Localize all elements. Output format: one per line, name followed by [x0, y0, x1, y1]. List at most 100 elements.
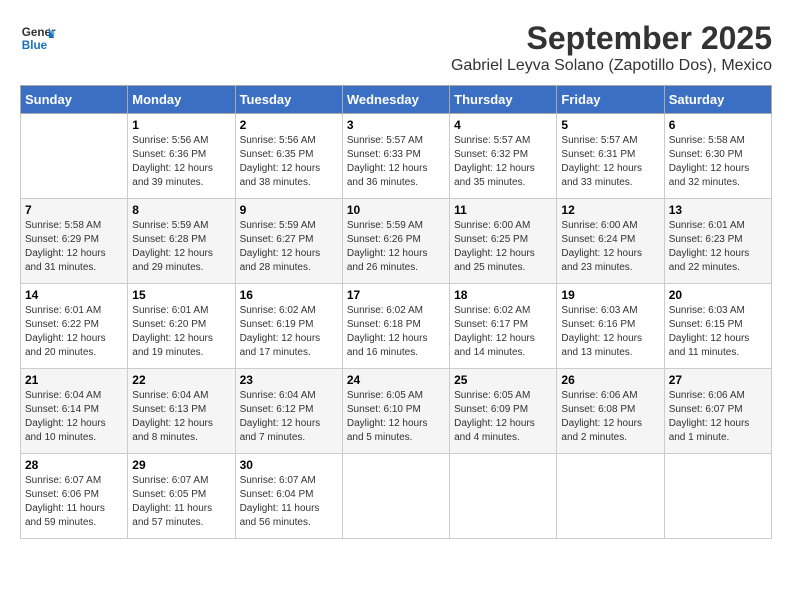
calendar-cell: 20Sunrise: 6:03 AM Sunset: 6:15 PM Dayli… [664, 284, 771, 369]
calendar-cell: 4 Sunrise: 5:57 AM Sunset: 6:32 PM Daylig… [450, 114, 557, 199]
calendar-cell: 14 Sunrise: 6:01 AM Sunset: 6:22 PM Dayli… [21, 284, 128, 369]
column-header-thursday: Thursday [450, 86, 557, 114]
calendar-cell: 22 Sunrise: 6:04 AM Sunset: 6:13 PM Dayli… [128, 369, 235, 454]
column-header-tuesday: Tuesday [235, 86, 342, 114]
day-number: 4 [454, 118, 552, 132]
day-number: 11 [454, 203, 552, 217]
day-info: Sunrise: 6:02 AM Sunset: 6:18 PM Dayligh… [347, 304, 445, 360]
day-info: Sunrise: 6:00 AM Sunset: 6:25 PM Dayligh… [454, 219, 552, 275]
day-info: Sunrise: 6:01 AM Sunset: 6:22 PM Dayligh… [25, 304, 123, 360]
calendar-cell: 30 Sunrise: 6:07 AM Sunset: 6:04 PM Dayli… [235, 454, 342, 539]
calendar-cell: 16 Sunrise: 6:02 AM Sunset: 6:19 PM Dayli… [235, 284, 342, 369]
calendar-cell: 12Sunrise: 6:00 AM Sunset: 6:24 PM Dayli… [557, 199, 664, 284]
logo: General Blue [20, 20, 56, 56]
logo-icon: General Blue [20, 20, 56, 56]
day-info: Sunrise: 6:01 AM Sunset: 6:20 PM Dayligh… [132, 304, 230, 360]
day-number: 9 [240, 203, 338, 217]
calendar-cell [664, 454, 771, 539]
day-number: 29 [132, 458, 230, 472]
calendar-cell: 15 Sunrise: 6:01 AM Sunset: 6:20 PM Dayli… [128, 284, 235, 369]
location-title: Gabriel Leyva Solano (Zapotillo Dos), Me… [451, 57, 772, 75]
day-number: 28 [25, 458, 123, 472]
svg-text:Blue: Blue [22, 39, 48, 52]
day-info: Sunrise: 5:59 AM Sunset: 6:26 PM Dayligh… [347, 219, 445, 275]
day-number: 7 [25, 203, 123, 217]
day-info: Sunrise: 6:07 AM Sunset: 6:04 PM Dayligh… [240, 474, 338, 530]
calendar-cell: 10Sunrise: 5:59 AM Sunset: 6:26 PM Dayli… [342, 199, 449, 284]
day-number: 19 [561, 288, 659, 302]
day-info: Sunrise: 5:57 AM Sunset: 6:32 PM Dayligh… [454, 134, 552, 190]
day-number: 22 [132, 373, 230, 387]
column-header-wednesday: Wednesday [342, 86, 449, 114]
calendar-cell: 8 Sunrise: 5:59 AM Sunset: 6:28 PM Daylig… [128, 199, 235, 284]
day-info: Sunrise: 6:05 AM Sunset: 6:10 PM Dayligh… [347, 389, 445, 445]
day-number: 20 [669, 288, 767, 302]
calendar-cell: 19 Sunrise: 6:03 AM Sunset: 6:16 PM Dayli… [557, 284, 664, 369]
column-header-monday: Monday [128, 86, 235, 114]
calendar-cell: 23Sunrise: 6:04 AM Sunset: 6:12 PM Dayli… [235, 369, 342, 454]
calendar-table: SundayMondayTuesdayWednesdayThursdayFrid… [20, 85, 772, 539]
day-number: 8 [132, 203, 230, 217]
calendar-cell: 24 Sunrise: 6:05 AM Sunset: 6:10 PM Dayli… [342, 369, 449, 454]
column-header-saturday: Saturday [664, 86, 771, 114]
day-number: 26 [561, 373, 659, 387]
day-number: 13 [669, 203, 767, 217]
day-info: Sunrise: 6:03 AM Sunset: 6:16 PM Dayligh… [561, 304, 659, 360]
day-number: 21 [25, 373, 123, 387]
day-info: Sunrise: 6:05 AM Sunset: 6:09 PM Dayligh… [454, 389, 552, 445]
day-info: Sunrise: 6:06 AM Sunset: 6:08 PM Dayligh… [561, 389, 659, 445]
day-number: 30 [240, 458, 338, 472]
day-info: Sunrise: 6:00 AM Sunset: 6:24 PM Dayligh… [561, 219, 659, 275]
calendar-cell: 21 Sunrise: 6:04 AM Sunset: 6:14 PM Dayli… [21, 369, 128, 454]
day-number: 17 [347, 288, 445, 302]
calendar-cell [21, 114, 128, 199]
calendar-cell [450, 454, 557, 539]
calendar-cell: 1 Sunrise: 5:56 AM Sunset: 6:36 PM Daylig… [128, 114, 235, 199]
month-title: September 2025 [451, 20, 772, 57]
day-number: 5 [561, 118, 659, 132]
day-number: 27 [669, 373, 767, 387]
day-info: Sunrise: 5:56 AM Sunset: 6:36 PM Dayligh… [132, 134, 230, 190]
day-number: 14 [25, 288, 123, 302]
day-number: 15 [132, 288, 230, 302]
column-header-friday: Friday [557, 86, 664, 114]
day-number: 1 [132, 118, 230, 132]
day-info: Sunrise: 6:07 AM Sunset: 6:06 PM Dayligh… [25, 474, 123, 530]
calendar-cell: 5 Sunrise: 5:57 AM Sunset: 6:31 PM Daylig… [557, 114, 664, 199]
calendar-cell: 18Sunrise: 6:02 AM Sunset: 6:17 PM Dayli… [450, 284, 557, 369]
calendar-cell: 2 Sunrise: 5:56 AM Sunset: 6:35 PM Daylig… [235, 114, 342, 199]
day-number: 24 [347, 373, 445, 387]
calendar-cell: 7 Sunrise: 5:58 AM Sunset: 6:29 PM Daylig… [21, 199, 128, 284]
calendar-cell: 9 Sunrise: 5:59 AM Sunset: 6:27 PM Daylig… [235, 199, 342, 284]
day-number: 2 [240, 118, 338, 132]
calendar-cell: 11 Sunrise: 6:00 AM Sunset: 6:25 PM Dayli… [450, 199, 557, 284]
day-info: Sunrise: 6:04 AM Sunset: 6:12 PM Dayligh… [240, 389, 338, 445]
day-number: 25 [454, 373, 552, 387]
calendar-cell: 28 Sunrise: 6:07 AM Sunset: 6:06 PM Dayli… [21, 454, 128, 539]
calendar-cell: 29Sunrise: 6:07 AM Sunset: 6:05 PM Dayli… [128, 454, 235, 539]
day-info: Sunrise: 5:57 AM Sunset: 6:31 PM Dayligh… [561, 134, 659, 190]
column-header-sunday: Sunday [21, 86, 128, 114]
page-header: General Blue September 2025 Gabriel Leyv… [20, 20, 772, 75]
calendar-cell: 13 Sunrise: 6:01 AM Sunset: 6:23 PM Dayli… [664, 199, 771, 284]
calendar-cell [557, 454, 664, 539]
day-info: Sunrise: 6:01 AM Sunset: 6:23 PM Dayligh… [669, 219, 767, 275]
day-info: Sunrise: 6:02 AM Sunset: 6:19 PM Dayligh… [240, 304, 338, 360]
day-info: Sunrise: 5:58 AM Sunset: 6:29 PM Dayligh… [25, 219, 123, 275]
day-info: Sunrise: 5:58 AM Sunset: 6:30 PM Dayligh… [669, 134, 767, 190]
calendar-cell: 17 Sunrise: 6:02 AM Sunset: 6:18 PM Dayli… [342, 284, 449, 369]
day-number: 3 [347, 118, 445, 132]
day-number: 18 [454, 288, 552, 302]
calendar-cell: 27 Sunrise: 6:06 AM Sunset: 6:07 PM Dayli… [664, 369, 771, 454]
day-info: Sunrise: 6:04 AM Sunset: 6:13 PM Dayligh… [132, 389, 230, 445]
day-info: Sunrise: 5:57 AM Sunset: 6:33 PM Dayligh… [347, 134, 445, 190]
day-number: 16 [240, 288, 338, 302]
day-info: Sunrise: 5:56 AM Sunset: 6:35 PM Dayligh… [240, 134, 338, 190]
calendar-cell: 26 Sunrise: 6:06 AM Sunset: 6:08 PM Dayli… [557, 369, 664, 454]
day-info: Sunrise: 6:04 AM Sunset: 6:14 PM Dayligh… [25, 389, 123, 445]
day-info: Sunrise: 5:59 AM Sunset: 6:27 PM Dayligh… [240, 219, 338, 275]
title-block: September 2025 Gabriel Leyva Solano (Zap… [451, 20, 772, 75]
day-info: Sunrise: 6:06 AM Sunset: 6:07 PM Dayligh… [669, 389, 767, 445]
day-info: Sunrise: 5:59 AM Sunset: 6:28 PM Dayligh… [132, 219, 230, 275]
calendar-cell: 3 Sunrise: 5:57 AM Sunset: 6:33 PM Daylig… [342, 114, 449, 199]
